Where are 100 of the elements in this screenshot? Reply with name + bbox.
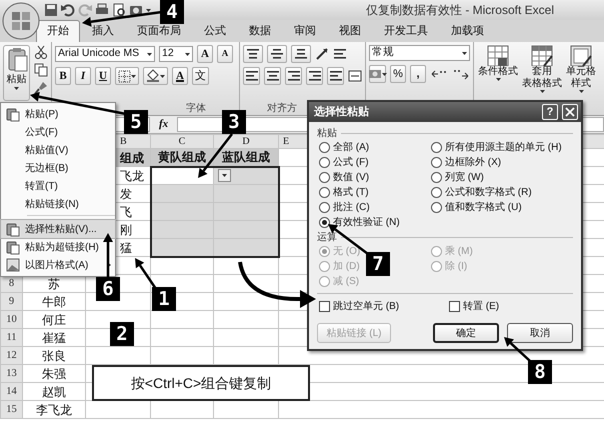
close-icon[interactable] [565,107,575,117]
comma-button[interactable]: , [410,65,426,83]
row-number[interactable]: 13 [0,364,22,382]
caret-icon[interactable] [222,174,227,178]
align-bottom-icon[interactable] [294,47,308,61]
printer-icon[interactable] [95,3,109,17]
ribbon-tab[interactable]: 数据 [238,20,282,42]
radio-option[interactable]: 公式 (F) [319,155,369,170]
percent-button[interactable]: % [390,65,406,83]
paste-button[interactable]: 粘贴 [3,45,30,101]
radio-button[interactable] [319,157,330,168]
conditional-formatting-button[interactable]: 条件格式 [478,44,518,115]
column-header[interactable]: D [214,134,278,148]
borders-icon[interactable] [118,70,131,82]
underline-button[interactable]: U [95,67,111,85]
radio-option[interactable]: 格式 (T) [319,185,369,200]
checkbox[interactable] [319,300,330,312]
brush-icon[interactable] [34,81,48,95]
radio-button[interactable] [319,202,330,213]
radio-button[interactable] [319,187,330,198]
row-number[interactable]: 9 [0,292,22,310]
merge-cells-icon[interactable] [348,69,362,83]
radio-button[interactable] [431,202,442,213]
ribbon-tab[interactable]: 审阅 [283,20,327,42]
ribbon-tab[interactable]: 公式 [193,20,237,42]
wrap-text-icon[interactable] [333,47,347,61]
align-center-icon[interactable] [266,69,280,83]
caret-icon[interactable] [496,78,500,81]
radio-option[interactable]: 值和数字格式 (U) [431,200,522,215]
insert-function-button[interactable]: fx [156,116,172,133]
increase-indent-icon[interactable] [328,69,342,83]
decrease-indent-icon[interactable] [308,69,322,83]
font-size-field[interactable]: 12 [159,46,193,62]
caret-icon[interactable] [382,72,387,76]
scissors-icon[interactable] [34,45,48,59]
undo-icon[interactable] [61,3,75,17]
radio-option[interactable]: 所有使用源主题的单元 (H) [431,140,562,155]
radio-option[interactable]: 边框除外 (X) [431,155,502,170]
print-preview-icon[interactable] [112,3,126,17]
caret-icon[interactable] [146,8,151,12]
checkbox[interactable] [449,300,460,312]
column-header[interactable]: C [150,134,214,148]
align-right-icon[interactable] [286,69,300,83]
ribbon-tab[interactable]: 加载项 [440,20,495,42]
shrink-font-button[interactable]: A [217,45,233,63]
radio-option[interactable]: 批注 (C) [319,200,370,215]
paint-bucket-icon[interactable] [146,69,160,83]
radio-button[interactable] [319,142,330,153]
row-number[interactable]: 14 [0,382,22,400]
radio-button[interactable] [431,187,442,198]
grow-font-button[interactable]: A [197,45,213,63]
ribbon-tab[interactable]: 视图 [328,20,372,42]
radio-option[interactable]: 数值 (V) [319,170,370,185]
help-button[interactable]: ? [542,104,558,120]
table-format-icon[interactable] [530,44,554,66]
font-name-field[interactable]: Arial Unicode MS [55,46,155,62]
dropdown-button[interactable] [218,169,231,182]
menu-item[interactable]: 以图片格式(A) [1,256,115,274]
ribbon-tab[interactable]: 开发工具 [373,20,439,42]
conditional-format-icon[interactable] [486,44,510,66]
caret-icon[interactable] [185,52,190,56]
caret-icon[interactable] [462,52,467,54]
ribbon-tab[interactable]: 插入 [81,20,125,42]
cell-styles-button[interactable]: 单元格 样式 [566,44,596,115]
align-middle-icon[interactable] [270,47,284,61]
bold-button[interactable]: B [55,67,71,85]
camera-icon[interactable] [129,3,143,17]
radio-button[interactable] [319,172,330,183]
text-angle-icon[interactable] [315,47,329,61]
menu-item[interactable]: 选择性粘贴(V)... [1,220,115,238]
radio-option[interactable]: 公式和数字格式 (R) [431,185,532,200]
menu-item[interactable]: 粘贴(P) [1,105,115,123]
checkbox-option[interactable]: 转置 (E) [449,297,500,315]
accounting-format-button[interactable] [369,65,386,83]
radio-option[interactable]: 列宽 (W) [431,170,484,185]
number-format-field[interactable]: 常规 [369,45,470,61]
decrease-decimal-icon[interactable] [452,67,470,81]
close-button[interactable] [562,104,578,120]
caret-icon[interactable] [578,90,584,93]
font-color-button[interactable]: A [172,67,188,85]
cell-style-icon[interactable] [569,44,593,66]
row-number[interactable]: 10 [0,310,22,328]
caret-icon[interactable] [160,74,165,78]
row-number[interactable]: 11 [0,328,22,346]
borders-button[interactable] [115,67,139,85]
dialog-button[interactable]: 取消 [507,323,573,343]
radio-option[interactable]: 全部 (A) [319,140,370,155]
radio-button[interactable] [431,142,442,153]
clipboard-icon[interactable] [6,47,28,72]
radio-button[interactable] [319,217,330,228]
fill-color-button[interactable] [143,67,168,85]
caret-icon[interactable] [131,74,136,78]
row-number[interactable]: 15 [0,400,22,418]
align-top-icon[interactable] [246,47,260,61]
save-icon[interactable] [44,3,58,17]
row-number[interactable]: 12 [0,346,22,364]
caret-icon[interactable] [540,90,544,93]
phonetic-button[interactable]: 文 [192,67,209,85]
caret-icon[interactable] [14,87,19,90]
caret-icon[interactable] [147,52,152,56]
